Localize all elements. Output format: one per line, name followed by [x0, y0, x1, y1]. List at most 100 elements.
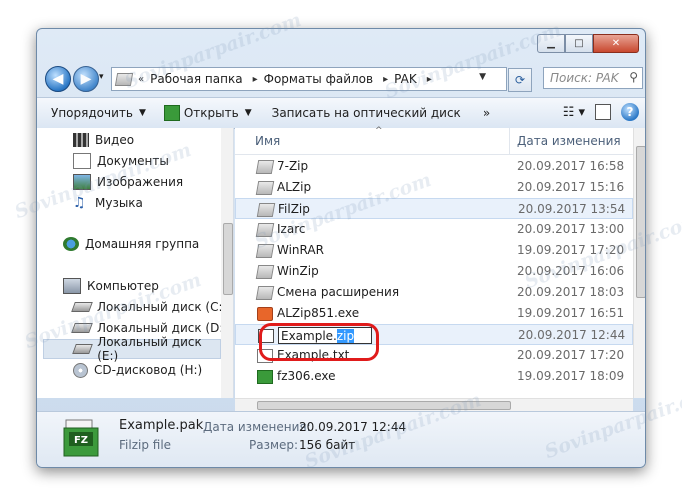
folder-icon [255, 160, 275, 174]
file-row[interactable]: FilZip 20.09.2017 13:54 [235, 198, 633, 219]
filzip-file-icon: FZ [63, 418, 101, 460]
detail-filename: Example.pak [119, 418, 204, 433]
file-name: fz306.exe [277, 369, 336, 383]
file-date: 20.09.2017 16:06 [517, 264, 625, 278]
file-name: ALZip [277, 180, 312, 194]
file-date: 20.09.2017 16:58 [517, 159, 625, 173]
file-date: 20.09.2017 12:44 [518, 328, 626, 342]
file-row[interactable]: ALZip 20.09.2017 15:16 [235, 177, 633, 198]
sidebar-scrollbar[interactable] [221, 128, 233, 398]
breadcrumb-item[interactable]: Форматы файлов [264, 72, 373, 86]
pictures-icon [73, 174, 91, 190]
file-name: 7-Zip [277, 159, 309, 173]
breadcrumb-item[interactable]: PAK [394, 72, 417, 86]
file-row[interactable]: fz306.exe 19.09.2017 18:09 [235, 366, 633, 387]
more-commands-button[interactable]: » [483, 106, 490, 120]
file-date: 19.09.2017 17:20 [517, 243, 625, 257]
refresh-icon[interactable]: ⟳ [508, 68, 532, 92]
address-bar[interactable]: « Рабочая папка ▸ Форматы файлов ▸ PAK ▸… [111, 67, 532, 92]
close-button[interactable]: ✕ [593, 34, 639, 53]
file-row[interactable]: Izarc 20.09.2017 13:00 [235, 219, 633, 240]
command-bar: Упорядочить ▼ Открыть ▼ Записать на опти… [37, 97, 645, 129]
file-list-scrollbar[interactable] [633, 128, 645, 398]
file-date: 20.09.2017 13:54 [518, 202, 626, 216]
recent-pages-dropdown[interactable]: ▾ [99, 72, 104, 82]
documents-icon [73, 153, 91, 169]
file-row[interactable]: ALZip851.exe 19.09.2017 16:51 [235, 303, 633, 324]
sort-ascending-icon: ^ [375, 126, 383, 136]
window-controls: ▁ □ ✕ [537, 34, 639, 53]
open-button[interactable]: Открыть ▼ [163, 105, 252, 121]
file-date: 20.09.2017 17:20 [517, 348, 625, 362]
file-name: WinRAR [277, 243, 324, 257]
file-row[interactable]: 7-Zip 20.09.2017 16:58 [235, 156, 633, 177]
file-date: 20.09.2017 18:03 [517, 285, 625, 299]
help-icon[interactable]: ? [621, 103, 639, 121]
detail-size-value: 156 байт [299, 438, 356, 452]
view-options-icon[interactable]: ☷ ▾ [563, 105, 585, 120]
sidebar-item-label: Видео [95, 133, 135, 147]
breadcrumb-item[interactable]: Рабочая папка [150, 72, 242, 86]
sidebar-item-label: Домашняя группа [85, 237, 200, 251]
sidebar-item-label: Документы [97, 154, 169, 168]
filzip-icon [163, 105, 180, 121]
file-name: WinZip [277, 264, 319, 278]
sidebar-item-disk-e[interactable]: Локальный диск (E:) [43, 335, 221, 363]
preview-pane-icon[interactable] [595, 104, 611, 120]
file-row[interactable]: Смена расширения 20.09.2017 18:03 [235, 282, 633, 303]
minimize-button[interactable]: ▁ [537, 34, 565, 53]
maximize-button[interactable]: □ [565, 34, 593, 53]
sidebar-item-label: Локальный диск (C:) [97, 300, 228, 314]
svg-text:FZ: FZ [74, 435, 88, 446]
folder-icon [255, 223, 275, 237]
column-headers: ^ Имя Дата изменения [235, 126, 633, 155]
filzip-exe-icon [257, 370, 273, 384]
cd-drive-icon [73, 362, 88, 378]
file-date: 19.09.2017 18:09 [517, 369, 625, 383]
disk-e-icon [72, 344, 94, 354]
organize-button[interactable]: Упорядочить ▼ [51, 106, 146, 120]
file-name: Смена расширения [277, 285, 400, 299]
burn-button[interactable]: Записать на оптический диск [272, 106, 461, 120]
sidebar-item-label: Локальный диск (E:) [97, 335, 202, 363]
file-row[interactable]: WinRAR 19.09.2017 17:20 [235, 240, 633, 261]
forward-button[interactable]: ▶ [73, 66, 99, 92]
details-pane: FZ Example.pak Filzip file Дата изменени… [37, 411, 645, 467]
address-dropdown-icon[interactable]: ▼ [479, 72, 486, 82]
music-icon: ♫ [73, 195, 86, 211]
column-divider[interactable] [509, 128, 510, 154]
sidebar-item-label: Музыка [95, 196, 143, 210]
scrollbar-thumb[interactable] [257, 401, 511, 410]
file-name: ALZip851.exe [277, 306, 360, 320]
explorer-window: ▁ □ ✕ ◀ ▶ ▾ « Рабочая папка ▸ Форматы фа… [36, 28, 646, 468]
breadcrumb-arrow-icon[interactable]: ▸ [253, 74, 258, 85]
disk-c-icon [71, 302, 93, 312]
detail-size-label: Размер: [249, 438, 299, 452]
horizontal-scrollbar[interactable] [235, 398, 633, 411]
video-icon [73, 133, 89, 147]
open-label: Открыть [183, 106, 239, 120]
column-header-date[interactable]: Дата изменения [517, 134, 621, 148]
search-input[interactable]: Поиск: PAK ⚲ [543, 67, 643, 89]
search-icon: ⚲ [629, 70, 638, 84]
search-placeholder: Поиск: PAK [550, 71, 619, 85]
view-controls: ☷ ▾ ? [563, 103, 639, 121]
navigation-bar: ◀ ▶ ▾ « Рабочая папка ▸ Форматы файлов ▸… [45, 65, 643, 93]
folder-icon [255, 181, 275, 195]
folder-icon [255, 286, 275, 300]
breadcrumb-separator-icon: « [138, 73, 145, 85]
folder-icon [256, 203, 276, 217]
installer-exe-icon [257, 307, 273, 321]
file-name: Izarc [277, 222, 306, 236]
sidebar-item-label: Компьютер [87, 279, 159, 293]
scrollbar-thumb[interactable] [636, 146, 645, 298]
computer-icon [63, 278, 81, 294]
breadcrumb-arrow-icon[interactable]: ▸ [383, 74, 388, 85]
scrollbar-thumb[interactable] [223, 223, 233, 295]
back-button[interactable]: ◀ [45, 66, 71, 92]
detail-filetype: Filzip file [119, 438, 172, 452]
breadcrumb-arrow-icon[interactable]: ▸ [427, 74, 432, 85]
folder-icon [255, 265, 275, 279]
column-header-name[interactable]: Имя [255, 134, 280, 148]
file-row[interactable]: WinZip 20.09.2017 16:06 [235, 261, 633, 282]
